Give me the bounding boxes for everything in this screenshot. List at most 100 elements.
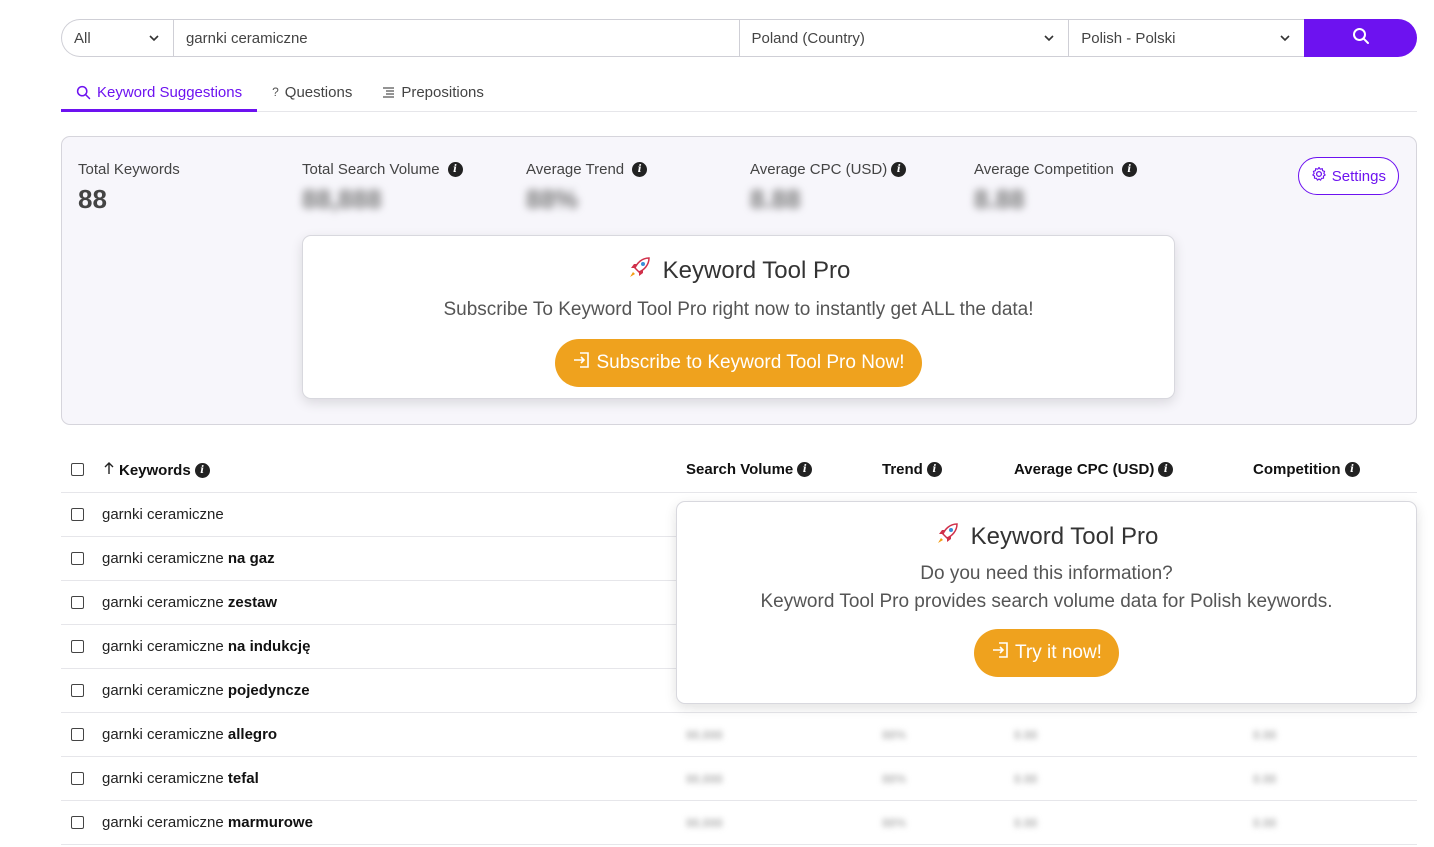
row-checkbox[interactable] <box>71 684 84 697</box>
settings-button[interactable]: Settings <box>1297 157 1399 195</box>
column-search-volume[interactable]: Search Volume i <box>686 461 813 478</box>
column-competition-label: Competition <box>1253 461 1341 478</box>
table-row: garnki ceramiczne allegro 88,888 88% 8.8… <box>61 713 1417 757</box>
search-type-value: All <box>74 29 91 47</box>
search-type-select[interactable]: All <box>61 19 173 57</box>
keyword-base: garnki ceramiczne <box>102 726 228 743</box>
info-icon[interactable]: i <box>797 462 813 477</box>
blurred-trend: 88% <box>882 728 907 742</box>
row-checkbox[interactable] <box>71 640 84 653</box>
row-checkbox[interactable] <box>71 728 84 741</box>
blurred-volume: 88,888 <box>686 772 723 786</box>
keyword-text[interactable]: garnki ceramiczne na indukcję <box>102 638 310 655</box>
language-value: Polish - Polski <box>1081 29 1176 47</box>
country-select[interactable]: Poland (Country) <box>738 19 1069 57</box>
stat-label: Average Trend <box>526 161 625 178</box>
language-select[interactable]: Polish - Polski <box>1068 19 1305 57</box>
stat-label-row: Average Competition i <box>974 161 1137 178</box>
promo-title-row: Keyword Tool Pro <box>303 254 1174 287</box>
stat-label: Total Search Volume <box>302 161 440 178</box>
keyword-suffix: zestaw <box>227 594 278 611</box>
blurred-cpc: 8.88 <box>1014 816 1038 830</box>
column-average-cpc-label: Average CPC (USD) <box>1014 461 1155 478</box>
keyword-base: garnki ceramiczne <box>102 550 228 567</box>
info-icon[interactable]: i <box>447 162 463 177</box>
tab-bar: Keyword Suggestions ? Questions Preposit… <box>61 72 1417 112</box>
search-icon <box>76 85 91 100</box>
rocket-icon <box>627 254 653 287</box>
info-icon[interactable]: i <box>1121 162 1137 177</box>
select-all-checkbox[interactable] <box>71 463 84 476</box>
stat-label: Average Competition <box>974 161 1114 178</box>
blurred-cpc: 8.88 <box>1014 772 1038 786</box>
subscribe-button[interactable]: Subscribe to Keyword Tool Pro Now! <box>555 339 922 387</box>
keyword-input-value: garnki ceramiczne <box>185 29 308 47</box>
keyword-text[interactable]: garnki ceramiczne na gaz <box>102 550 275 567</box>
keyword-text[interactable]: garnki ceramiczne marmurowe <box>102 814 313 831</box>
sign-in-icon <box>572 350 592 376</box>
blurred-competition: 8.88 <box>1253 816 1277 830</box>
keyword-suffix: tefal <box>227 770 259 787</box>
blurred-competition: 8.88 <box>1253 772 1277 786</box>
sign-in-icon <box>991 640 1011 666</box>
promo-line-1: Do you need this information? <box>920 563 1173 584</box>
row-checkbox[interactable] <box>71 508 84 521</box>
info-icon[interactable]: i <box>194 462 210 478</box>
tab-keyword-suggestions[interactable]: Keyword Suggestions <box>61 72 258 112</box>
search-button[interactable] <box>1304 19 1417 57</box>
column-competition[interactable]: Competition i <box>1253 461 1360 478</box>
stat-value: 88,888 <box>302 184 382 214</box>
search-icon <box>1352 27 1370 50</box>
info-icon[interactable]: i <box>926 462 942 477</box>
keyword-base: garnki ceramiczne <box>102 638 228 655</box>
tab-prepositions[interactable]: Prepositions <box>367 72 499 112</box>
column-keywords-label: Keywords <box>119 461 191 479</box>
blurred-cpc: 8.88 <box>1014 728 1038 742</box>
row-checkbox[interactable] <box>71 552 84 565</box>
search-bar: All garnki ceramiczne Poland (Country) P… <box>61 19 1417 57</box>
keyword-suffix: na indukcję <box>227 638 311 655</box>
keyword-input[interactable]: garnki ceramiczne <box>172 19 739 57</box>
promo-text: Subscribe To Keyword Tool Pro right now … <box>443 299 1034 320</box>
row-checkbox[interactable] <box>71 596 84 609</box>
tab-questions-label: Questions <box>284 83 353 101</box>
info-icon[interactable]: i <box>891 162 907 177</box>
try-it-now-button[interactable]: Try it now! <box>974 629 1119 677</box>
row-checkbox[interactable] <box>71 772 84 785</box>
column-average-cpc[interactable]: Average CPC (USD) i <box>1014 461 1174 478</box>
subscribe-label: Subscribe to Keyword Tool Pro Now! <box>596 352 905 373</box>
keyword-suffix: allegro <box>227 726 278 743</box>
pro-info-popup: Keyword Tool Pro Do you need this inform… <box>676 501 1417 704</box>
table-header: Keywords i Search Volume i Trend i Avera… <box>61 448 1417 493</box>
blurred-competition: 8.88 <box>1253 728 1277 742</box>
keyword-base: garnki ceramiczne <box>102 770 228 787</box>
sort-up-icon <box>103 461 115 479</box>
promo-title: Keyword Tool Pro <box>970 522 1159 550</box>
keyword-text[interactable]: garnki ceramiczne tefal <box>102 770 259 787</box>
stat-label: Total Keywords <box>78 161 180 178</box>
tab-questions[interactable]: ? Questions <box>257 72 367 112</box>
column-trend[interactable]: Trend i <box>882 461 942 478</box>
stat-average-cpc: Average CPC (USD) i 8.88 <box>750 161 907 215</box>
chevron-down-icon <box>147 31 161 45</box>
column-search-volume-label: Search Volume <box>686 461 794 478</box>
keyword-text[interactable]: garnki ceramiczne allegro <box>102 726 277 743</box>
keyword-base: garnki ceramiczne <box>102 814 228 831</box>
info-icon[interactable]: i <box>1344 462 1360 477</box>
info-icon[interactable]: i <box>632 162 648 177</box>
blurred-trend: 88% <box>882 772 907 786</box>
keyword-text[interactable]: garnki ceramiczne zestaw <box>102 594 277 611</box>
keyword-text[interactable]: garnki ceramiczne pojedyncze <box>102 682 310 699</box>
promo-title: Keyword Tool Pro <box>662 256 851 284</box>
keyword-text[interactable]: garnki ceramiczne <box>102 506 224 523</box>
try-it-now-label: Try it now! <box>1015 642 1102 663</box>
row-checkbox[interactable] <box>71 816 84 829</box>
stat-average-trend: Average Trend i 88% <box>526 161 648 215</box>
column-trend-label: Trend <box>882 461 923 478</box>
column-keywords[interactable]: Keywords i <box>103 461 210 479</box>
stat-average-competition: Average Competition i 8.88 <box>974 161 1137 215</box>
stat-label-row: Average Trend i <box>526 161 648 178</box>
question-icon: ? <box>272 85 279 99</box>
tab-keyword-suggestions-label: Keyword Suggestions <box>97 83 243 101</box>
info-icon[interactable]: i <box>1158 462 1174 477</box>
